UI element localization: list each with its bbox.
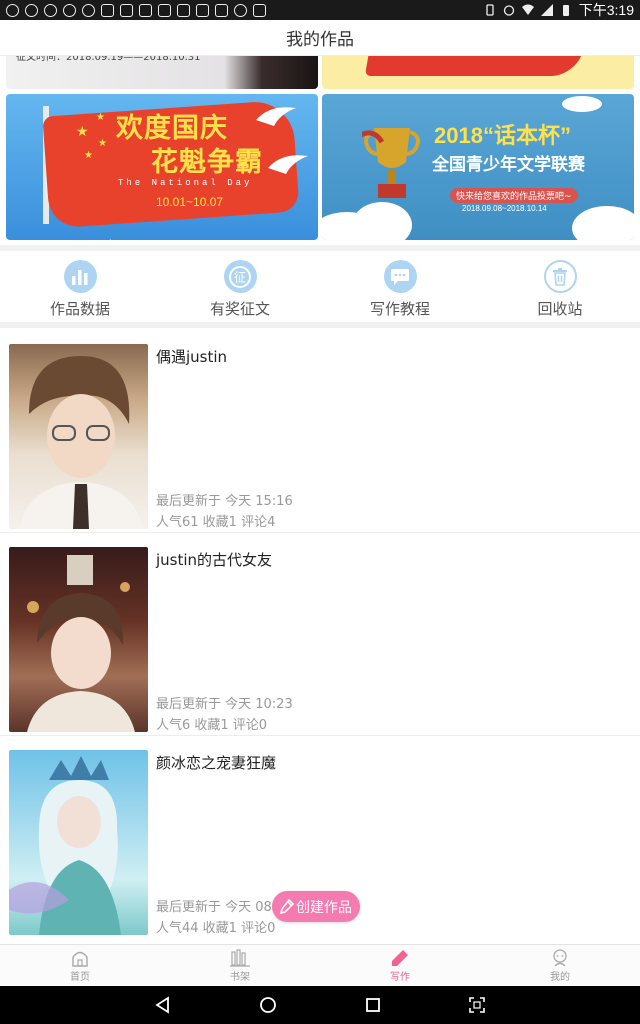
create-work-label: 创建作品	[296, 899, 352, 916]
svg-text:征: 征	[234, 270, 246, 284]
pencil-icon	[280, 898, 294, 914]
pencil-icon	[392, 950, 408, 966]
work-updated-time: 最后更新于 今天 15:16	[156, 494, 293, 509]
writing-tutorial-button[interactable]: 写作教程	[320, 252, 480, 324]
tab-label: 首页	[70, 972, 90, 983]
action-label: 回收站	[537, 300, 583, 318]
prize-contest-button[interactable]: 征 有奖征文	[160, 252, 320, 324]
banner-slogan: 快来给您喜欢的作品投票吧~	[450, 188, 578, 203]
cloud-graphic	[572, 206, 634, 240]
work-title: 颜冰恋之宠妻狂魔	[156, 754, 277, 772]
message-icon	[383, 260, 417, 293]
app-screen: 下午3:19 我的作品 征文时间：2018.09.19——2018.10.31 …	[0, 0, 640, 1024]
tab-profile[interactable]: 我的	[480, 945, 640, 986]
huaben-cup-banner[interactable]: 2018“话本杯” 全国青少年文学联赛 快来给您喜欢的作品投票吧~ 2018.0…	[322, 94, 634, 240]
status-bar: 下午3:19	[0, 0, 640, 20]
zheng-badge-icon: 征	[223, 260, 257, 293]
action-label: 作品数据	[49, 300, 110, 318]
star-icon: ★	[96, 112, 105, 123]
trumpet-icon	[109, 239, 111, 240]
cloud-graphic	[562, 96, 602, 112]
work-title: 偶遇justin	[156, 348, 228, 366]
works-data-button[interactable]: 作品数据	[0, 252, 160, 324]
tab-label: 书架	[230, 972, 250, 983]
star-icon: ★	[76, 124, 89, 140]
clock: 下午3:19	[578, 2, 634, 18]
work-item[interactable]: justin的古代女友 最后更新于 今天 10:23 人气6 收藏1 评论0	[0, 533, 640, 736]
trophy-icon	[362, 128, 420, 198]
system-indicators: 下午3:19	[484, 0, 634, 20]
tab-write[interactable]: 写作	[320, 945, 480, 986]
dove-icon	[256, 107, 296, 126]
tab-label: 写作	[390, 972, 410, 983]
work-stats: 人气44 收藏1 评论0	[156, 921, 276, 936]
work-stats: 人气6 收藏1 评论0	[156, 718, 268, 733]
banner-headline: 2018“话本杯”	[434, 123, 571, 148]
screenshot-notification-icon	[139, 3, 152, 17]
work-title: justin的古代女友	[156, 551, 273, 569]
battery-icon	[562, 5, 569, 16]
bottom-tab-bar: 首页 书架 写作 我的	[0, 944, 640, 986]
national-day-banner[interactable]: ★ ★ ★ ★ 欢度国庆 花魁争霸 The National Day 10.01…	[6, 94, 318, 240]
banner-subtitle: The National Day	[118, 178, 253, 188]
tab-home[interactable]: 首页	[0, 945, 160, 986]
quick-actions: 作品数据 征 有奖征文 写作教程 回收站	[0, 252, 640, 324]
message-notification-icon	[101, 3, 114, 17]
work-updated-time: 最后更新于 今天 10:23	[156, 697, 293, 712]
action-label: 有奖征文	[209, 300, 270, 318]
wifi-icon	[521, 4, 534, 15]
bar-chart-icon	[63, 260, 97, 293]
tab-bookshelf[interactable]: 书架	[160, 945, 320, 986]
recycle-bin-button[interactable]: 回收站	[480, 252, 640, 324]
bookshelf-icon	[230, 949, 250, 967]
notification-icon	[63, 3, 76, 17]
section-divider	[0, 322, 640, 328]
star-icon: ★	[84, 150, 93, 161]
app-notification-icon	[215, 3, 228, 17]
home-circle-icon[interactable]	[259, 996, 277, 1014]
notification-icon	[44, 3, 57, 17]
trash-icon	[543, 260, 577, 293]
dove-icon	[268, 155, 308, 174]
banner-headline: 全国青少年文学联赛	[432, 155, 585, 175]
home-icon	[72, 951, 88, 967]
profile-icon	[553, 949, 567, 967]
page-title: 我的作品	[0, 20, 640, 56]
grid-notification-icon	[253, 3, 266, 17]
banner-dates: 2018.09.08~2018.10.14	[462, 204, 547, 213]
notification-icons	[6, 3, 266, 17]
app-notification-icon	[177, 3, 190, 17]
banner-headline: 花魁争霸	[151, 147, 263, 178]
wechat-icon	[234, 3, 247, 17]
notification-icon	[6, 3, 19, 17]
notification-icon	[82, 3, 95, 17]
screenshot-icon[interactable]	[468, 996, 486, 1014]
download-icon	[196, 3, 209, 17]
notification-icon	[25, 3, 38, 17]
tab-label: 我的	[550, 972, 570, 983]
back-icon[interactable]	[154, 996, 172, 1014]
create-work-button[interactable]: 创建作品	[272, 891, 360, 922]
image-notification-icon	[158, 3, 171, 17]
vibrate-icon	[486, 4, 494, 16]
work-cover-image	[9, 344, 148, 529]
banner-dates: 10.01~10.07	[156, 195, 224, 209]
works-list: 偶遇justin 最后更新于 今天 15:16 人气61 收藏1 评论4 jus…	[0, 330, 640, 939]
system-nav-bar	[0, 986, 640, 1024]
work-cover-image	[9, 547, 148, 732]
work-updated-time: 最后更新于 今天 08	[156, 900, 272, 915]
star-icon: ★	[98, 138, 107, 149]
work-stats: 人气61 收藏1 评论4	[156, 515, 276, 530]
action-label: 写作教程	[369, 300, 430, 318]
section-divider	[0, 245, 640, 251]
work-cover-image	[9, 750, 148, 935]
signal-icon	[540, 4, 553, 16]
alarm-icon	[503, 5, 514, 16]
recents-icon[interactable]	[365, 997, 381, 1013]
keyboard-notification-icon	[120, 3, 133, 17]
work-item[interactable]: 偶遇justin 最后更新于 今天 15:16 人气61 收藏1 评论4	[0, 330, 640, 533]
